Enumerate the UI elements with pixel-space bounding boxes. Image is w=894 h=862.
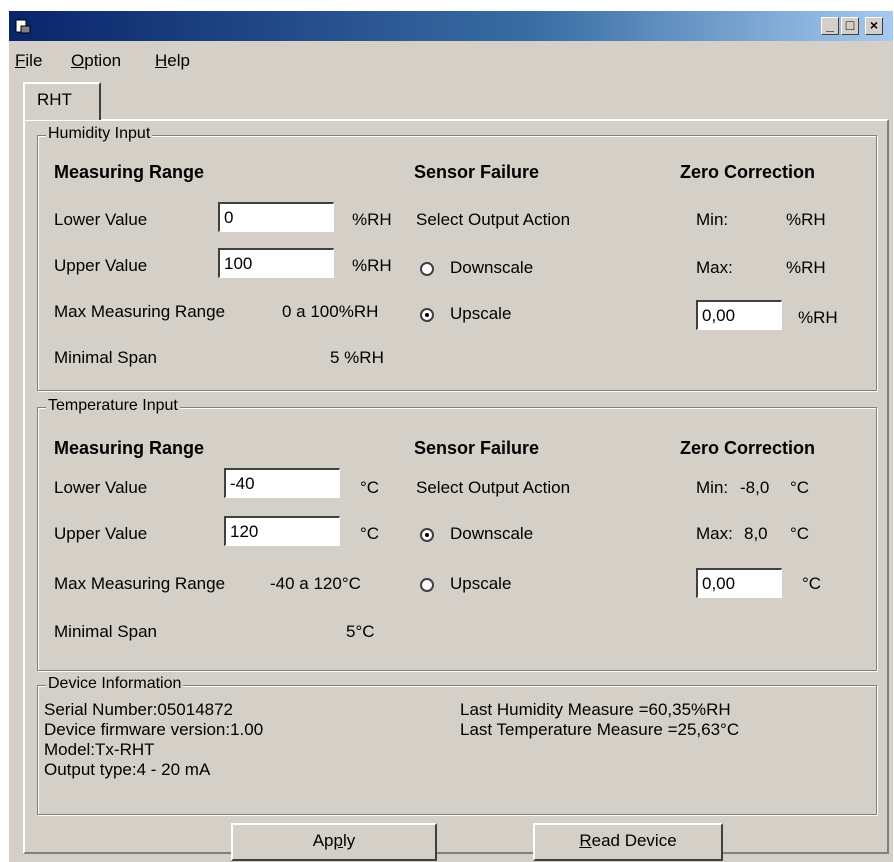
last-humidity-measure: Last Humidity Measure =60,35%RH (460, 700, 731, 719)
humidity-downscale-label[interactable]: Downscale (450, 258, 533, 278)
menu-option[interactable]: Option (71, 51, 121, 71)
humidity-group: Humidity Input Measuring Range Lower Val… (37, 125, 877, 391)
humidity-measuring-range-heading: Measuring Range (54, 162, 205, 182)
humidity-upper-unit: %RH (352, 256, 392, 275)
temperature-max-unit: °C (790, 524, 810, 543)
device-serial: Serial Number:05014872 (44, 700, 234, 719)
temperature-min-unit: °C (790, 478, 810, 497)
app-icon[interactable] (15, 18, 31, 34)
temperature-max-range-value: -40 a 120°C (270, 574, 361, 593)
humidity-max-unit: %RH (786, 258, 826, 277)
device-output-type: Output type:4 - 20 mA (44, 760, 211, 779)
temperature-max-range-label: Max Measuring Range (54, 574, 226, 593)
maximize-icon[interactable]: □ (841, 17, 859, 35)
humidity-downscale-radio[interactable] (420, 262, 434, 276)
temperature-lower-unit: °C (360, 478, 380, 497)
menu-file[interactable]: File (15, 51, 42, 71)
humidity-upscale-label[interactable]: Upscale (450, 304, 511, 324)
device-legend: Device Information (46, 675, 184, 693)
temperature-zero-correction-heading: Zero Correction (680, 438, 816, 458)
humidity-sensor-failure-heading: Sensor Failure (414, 162, 540, 182)
title-bar[interactable]: _ □ × (9, 11, 893, 41)
temperature-max-value: 8,0 (744, 524, 768, 543)
humidity-upper-label: Upper Value (54, 256, 148, 275)
close-icon[interactable]: × (865, 17, 883, 35)
temperature-upper-label: Upper Value (54, 524, 148, 543)
humidity-min-span-label: Minimal Span (54, 348, 157, 367)
temperature-select-output-label: Select Output Action (416, 478, 571, 497)
temperature-lower-input[interactable] (224, 468, 340, 498)
temperature-downscale-label[interactable]: Downscale (450, 524, 533, 544)
temperature-legend: Temperature Input (46, 397, 180, 415)
app-window: _ □ × File Option Help RHT Humidity Inpu… (8, 10, 893, 862)
temperature-upper-input[interactable] (224, 516, 340, 546)
temperature-lower-label: Lower Value (54, 478, 148, 497)
humidity-min-span-value: 5 %RH (330, 348, 384, 367)
last-temperature-measure: Last Temperature Measure =25,63°C (460, 720, 740, 739)
temperature-min-span-value: 5°C (346, 622, 375, 641)
temperature-min-label: Min: (696, 478, 729, 497)
humidity-upscale-radio[interactable] (420, 308, 434, 322)
temperature-zero-input[interactable] (696, 568, 782, 598)
humidity-lower-unit: %RH (352, 210, 392, 229)
tab-label: RHT (37, 90, 72, 109)
temperature-max-label: Max: (696, 524, 733, 543)
temperature-sensor-failure-heading: Sensor Failure (414, 438, 540, 458)
temperature-upscale-label[interactable]: Upscale (450, 574, 511, 594)
temperature-upscale-radio[interactable] (420, 578, 434, 592)
humidity-zero-unit: %RH (798, 308, 838, 327)
temperature-group: Temperature Input Measuring Range Lower … (37, 397, 877, 671)
humidity-zero-correction-heading: Zero Correction (680, 162, 816, 182)
humidity-min-unit: %RH (786, 210, 826, 229)
humidity-max-range-value: 0 a 100%RH (282, 302, 379, 321)
humidity-select-output-label: Select Output Action (416, 210, 571, 229)
humidity-lower-input[interactable] (218, 202, 334, 232)
minimize-icon[interactable]: _ (821, 17, 839, 35)
temperature-measuring-range-heading: Measuring Range (54, 438, 205, 458)
temperature-min-value: -8,0 (740, 478, 770, 497)
menu-help[interactable]: Help (155, 51, 190, 71)
temperature-min-span-label: Minimal Span (54, 622, 157, 641)
device-model: Model:Tx-RHT (44, 740, 155, 759)
device-info-group: Device Information Serial Number:0501487… (37, 675, 877, 815)
temperature-downscale-radio[interactable] (420, 528, 434, 542)
humidity-min-label: Min: (696, 210, 729, 229)
humidity-upper-input[interactable] (218, 248, 334, 278)
tab-panel: Humidity Input Measuring Range Lower Val… (23, 119, 889, 861)
humidity-zero-input[interactable] (696, 300, 782, 330)
humidity-max-range-label: Max Measuring Range (54, 302, 226, 321)
temperature-zero-unit: °C (802, 574, 822, 593)
apply-button[interactable]: Apply (231, 823, 437, 861)
humidity-legend: Humidity Input (46, 125, 153, 143)
temperature-upper-unit: °C (360, 524, 380, 543)
device-firmware: Device firmware version:1.00 (44, 720, 264, 739)
humidity-lower-label: Lower Value (54, 210, 148, 229)
read-device-button[interactable]: Read Device (533, 823, 723, 861)
tab-rht[interactable]: RHT (23, 82, 101, 120)
humidity-max-label: Max: (696, 258, 733, 277)
